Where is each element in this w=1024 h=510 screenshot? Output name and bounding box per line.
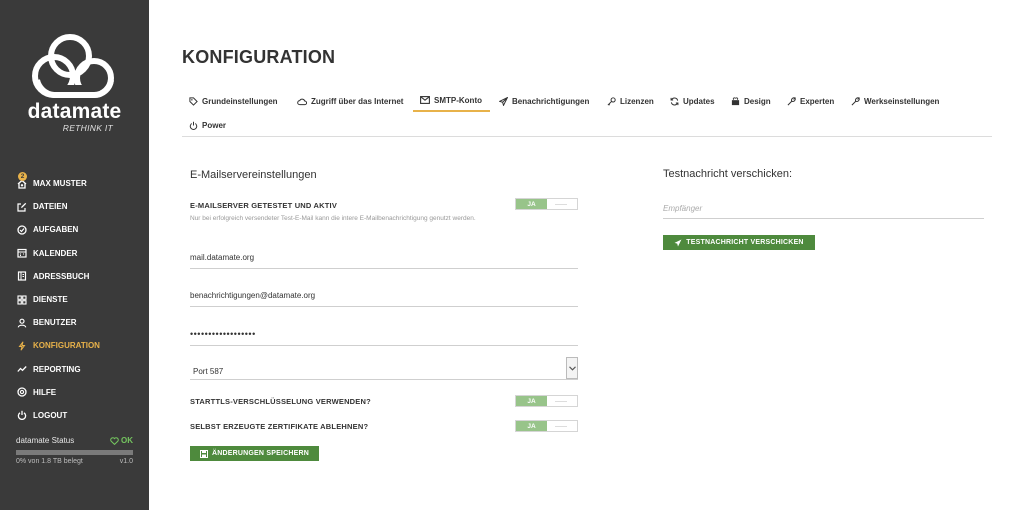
sidebar-item-user[interactable]: 2 MAX MUSTER — [0, 171, 149, 195]
status-badge: OK — [110, 436, 133, 445]
port-select[interactable]: Port 587 — [190, 357, 578, 380]
tag-icon — [189, 96, 198, 106]
tab-experten[interactable]: Experten — [787, 90, 834, 112]
sidebar-item-label: DATEIEN — [33, 202, 68, 212]
page-title: KONFIGURATION — [182, 47, 336, 67]
server-active-help: Nur bei erfolgreich versendeter Test-E-M… — [190, 215, 476, 222]
starttls-toggle[interactable]: JA — [515, 395, 578, 407]
paper-plane-icon — [674, 239, 682, 246]
email-settings-heading: E-Mailservereinstellungen — [190, 169, 317, 181]
version-text: v1.0 — [119, 458, 133, 465]
reject-selfsigned-label: SELBST ERZEUGTE ZERTIFIKATE ABLEHNEN? — [190, 422, 369, 431]
users-icon — [17, 318, 27, 328]
sidebar: datamate RETHINK IT 2 MAX MUSTER DATEIEN… — [0, 0, 149, 510]
tab-updates[interactable]: Updates — [670, 90, 715, 112]
storage-usage-text: 0% von 1.8 TB belegt — [16, 458, 83, 465]
tab-benachrichtigungen[interactable]: Benachrichtigungen — [499, 90, 589, 112]
tab-werkseinstellungen[interactable]: Werkseinstellungen — [851, 90, 939, 112]
tasks-icon — [17, 225, 27, 235]
smtp-username-field[interactable] — [190, 289, 578, 307]
save-changes-button[interactable]: ÄNDERUNGEN SPEICHERN — [190, 446, 319, 461]
toggle-on-label: JA — [516, 199, 547, 209]
reject-selfsigned-toggle[interactable]: JA — [515, 420, 578, 432]
save-icon — [200, 449, 209, 458]
help-icon — [17, 387, 27, 397]
brand-tagline: RETHINK IT — [62, 123, 113, 133]
sidebar-item-logout[interactable]: LOGOUT — [0, 404, 149, 427]
brand-name: datamate — [27, 100, 122, 123]
tab-design[interactable]: Design — [731, 90, 771, 112]
tab-power[interactable]: Power — [189, 114, 226, 136]
refresh-icon — [670, 97, 679, 105]
heart-icon — [110, 436, 119, 445]
user-house-icon: 2 — [17, 171, 27, 189]
sidebar-item-kalender[interactable]: KALENDER — [0, 242, 149, 265]
chevron-down-icon[interactable] — [566, 357, 578, 379]
bolt-icon — [17, 341, 27, 351]
smtp-password-field[interactable] — [190, 327, 578, 346]
sidebar-item-hilfe[interactable]: HILFE — [0, 381, 149, 404]
sidebar-item-dienste[interactable]: DIENSTE — [0, 288, 149, 311]
tab-grundeinstellungen[interactable]: Grundeinstellungen — [189, 90, 278, 112]
key-icon — [607, 96, 616, 105]
sidebar-item-label: LOGOUT — [33, 410, 68, 420]
sidebar-item-label: REPORTING — [33, 364, 81, 374]
recipient-input[interactable]: Empfänger — [663, 204, 984, 219]
sidebar-item-reporting[interactable]: REPORTING — [0, 358, 149, 381]
settings-tabs: Grundeinstellungen Zugriff über das Inte… — [182, 88, 992, 137]
port-selected-value: Port 587 — [193, 367, 224, 376]
sidebar-item-label: KALENDER — [33, 248, 78, 258]
envelope-icon — [420, 96, 430, 104]
power-icon — [17, 410, 27, 421]
datamate-logo — [32, 34, 114, 99]
starttls-label: STARTTLS-VERSCHLÜSSELUNG VERWENDEN? — [190, 397, 371, 406]
calendar-icon — [17, 248, 27, 258]
cloud-icon — [297, 98, 307, 105]
sidebar-item-label: AUFGABEN — [33, 225, 79, 235]
notification-badge: 2 — [18, 171, 27, 181]
sidebar-item-adressbuch[interactable]: ADRESSBUCH — [0, 265, 149, 288]
storage-usage-bar — [16, 450, 133, 455]
tab-zugriff-internet[interactable]: Zugriff über das Internet — [297, 90, 403, 112]
smtp-host-field[interactable] — [190, 251, 578, 269]
paper-plane-icon — [499, 96, 508, 106]
gift-icon — [731, 96, 740, 105]
sidebar-item-aufgaben[interactable]: AUFGABEN — [0, 218, 149, 241]
sidebar-item-konfiguration[interactable]: KONFIGURATION — [0, 334, 149, 357]
sidebar-item-label: ADRESSBUCH — [33, 271, 90, 281]
addressbook-icon — [17, 271, 27, 281]
sidebar-item-benutzer[interactable]: BENUTZER — [0, 311, 149, 334]
wrench-icon — [787, 96, 796, 105]
sidebar-item-label: HILFE — [33, 387, 57, 397]
edit-icon — [17, 202, 27, 212]
server-active-toggle[interactable]: JA — [515, 198, 578, 210]
sidebar-nav: 2 MAX MUSTER DATEIEN AUFGABEN KALENDER A… — [0, 171, 149, 427]
test-message-heading: Testnachricht verschicken: — [663, 168, 792, 180]
tab-lizenzen[interactable]: Lizenzen — [607, 90, 654, 112]
sidebar-item-label: MAX MUSTER — [33, 179, 87, 189]
server-active-label: E-MAILSERVER GETESTET UND AKTIV — [190, 201, 338, 210]
services-icon — [17, 294, 27, 305]
wrench-icon — [851, 96, 860, 105]
send-test-message-button[interactable]: TESTNACHRICHT VERSCHICKEN — [663, 235, 815, 250]
tab-smtp-konto[interactable]: SMTP-Konto — [413, 90, 490, 112]
sidebar-item-label: BENUTZER — [33, 318, 77, 328]
status-title: datamate Status — [16, 436, 75, 445]
chart-icon — [17, 364, 27, 374]
status-text: OK — [121, 436, 133, 445]
toggle-on-label: JA — [516, 421, 547, 431]
datamate-status: datamate Status OK 0% von 1.8 TB belegt … — [16, 436, 133, 465]
power-icon — [189, 121, 198, 130]
toggle-on-label: JA — [516, 396, 547, 406]
sidebar-item-label: KONFIGURATION — [33, 341, 100, 351]
sidebar-item-dateien[interactable]: DATEIEN — [0, 195, 149, 218]
sidebar-item-label: DIENSTE — [33, 295, 68, 305]
